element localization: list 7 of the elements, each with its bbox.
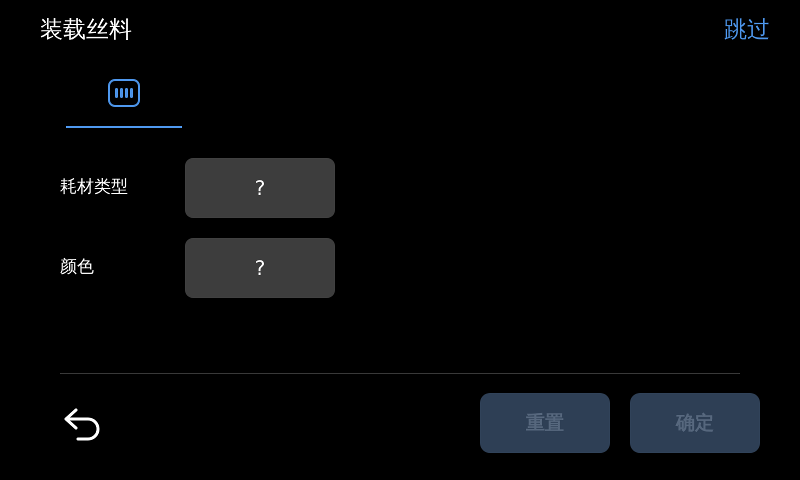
page-title: 装载丝料 — [40, 16, 132, 45]
skip-link[interactable]: 跳过 — [724, 12, 770, 48]
field-label: 颜色 — [60, 256, 95, 280]
select-field[interactable]: ? — [185, 158, 335, 218]
spool-icon — [108, 79, 140, 107]
field-label: 耗材类型 — [60, 176, 129, 200]
select-field[interactable]: ? — [185, 238, 335, 298]
